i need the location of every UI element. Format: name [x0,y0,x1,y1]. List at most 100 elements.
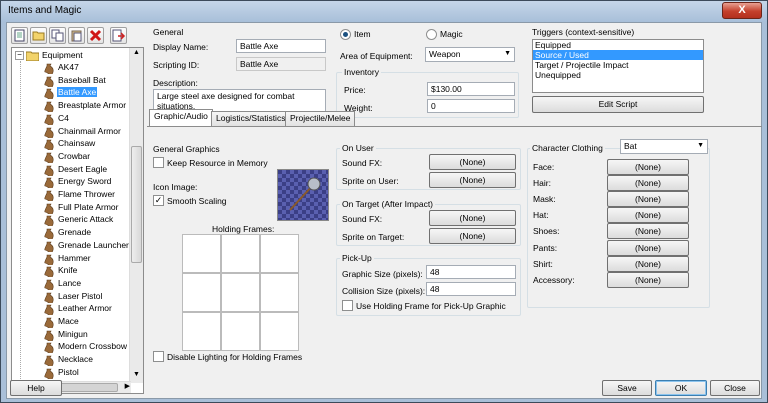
on-target-sound-label: Sound FX: [342,214,383,224]
tree-line [20,61,21,391]
tree-item-label: Grenade Launcher [58,239,129,250]
tree-vertical-scrollbar[interactable]: ▲ ▼ [129,48,143,383]
window-title: Items and Magic [8,5,82,16]
item-sack-icon [44,342,54,355]
tree-item-label: Laser Pistol [58,290,103,301]
trigger-item[interactable]: Target / Projectile Impact [533,60,703,70]
pick-up-title: Pick-Up [340,253,374,263]
on-target-sprite-button[interactable]: (None) [429,228,516,244]
disable-lighting-checkbox[interactable] [153,351,164,362]
paste-icon[interactable] [68,27,85,44]
use-holding-frame-checkbox[interactable] [342,300,353,311]
export-icon[interactable] [110,27,127,44]
holding-frame-center[interactable] [221,273,260,312]
collapse-toggle-icon[interactable]: − [15,51,24,60]
tree-item-label: Chainsaw [58,138,96,149]
magic-radio[interactable] [426,29,437,40]
display-name-input[interactable]: Battle Axe [236,39,326,53]
item-tree[interactable]: − Equipment AK47 Baseball Bat Battle Axe Br… [11,47,144,394]
holding-frame-up[interactable] [221,234,260,273]
scroll-up-arrow-icon[interactable]: ▲ [131,49,142,60]
holding-frame-cell[interactable] [182,234,221,273]
trigger-item[interactable]: Unequipped [533,70,703,80]
tree-item-label: Breastplate Armor [58,100,127,111]
on-target-sprite-label: Sprite on Target: [342,232,405,242]
icon-image-preview[interactable] [277,169,329,221]
clothing-slot-button[interactable]: (None) [607,223,689,240]
price-label: Price: [344,85,366,95]
item-sack-icon [44,254,54,266]
open-folder-icon[interactable] [30,27,47,44]
edit-script-button[interactable]: Edit Script [532,96,704,113]
on-user-sound-button[interactable]: (None) [429,154,516,170]
clothing-slot-button[interactable]: (None) [607,159,689,175]
item-sack-icon [44,368,54,380]
character-clothing-title: Character Clothing [530,143,605,153]
item-sack-icon [44,101,54,114]
clothing-slot-button[interactable]: (None) [607,255,689,272]
on-target-title: On Target (After Impact) [340,199,436,209]
save-button[interactable]: Save [602,380,652,396]
tree-item-label: Crowbar [58,150,91,161]
scroll-right-arrow-icon[interactable]: ▶ [125,382,130,390]
holding-frame-cell[interactable] [260,312,299,351]
title-bar[interactable]: Items and Magic X [1,1,767,22]
holding-frame-right[interactable] [260,273,299,312]
tab-projectile-melee[interactable]: Projectile/Melee [285,111,356,126]
on-user-title: On User [340,143,376,153]
holding-frame-cell[interactable] [260,234,299,273]
window-close-button[interactable]: X [722,2,762,19]
item-radio[interactable] [340,29,351,40]
close-button[interactable]: Close [710,380,760,396]
tree-root-equipment[interactable]: Equipment [42,50,83,60]
triggers-list[interactable]: Equipped Source / Used Target / Projectile… [532,39,704,93]
delete-icon[interactable] [87,27,104,44]
on-user-sprite-label: Sprite on User: [342,176,399,186]
trigger-item[interactable]: Source / Used [533,50,703,60]
item-sack-icon [44,152,54,164]
ok-button[interactable]: OK [655,380,707,396]
clothing-slot-button[interactable]: (None) [607,175,689,192]
item-sack-icon [44,88,54,101]
tree-item-label: Leather Armor [58,303,112,314]
holding-frame-left[interactable] [182,273,221,312]
collision-size-label: Collision Size (pixels): [342,286,426,296]
scroll-down-arrow-icon[interactable]: ▼ [131,371,142,382]
tree-item-label: AK47 [58,62,79,72]
scripting-id-label: Scripting ID: [153,60,200,70]
on-user-sprite-button[interactable]: (None) [429,172,516,188]
copy-icon[interactable] [49,27,66,44]
tree-item-label: Hammer [58,252,91,263]
price-input[interactable]: $130.00 [427,82,515,96]
tree-item-label: Knife [58,265,78,276]
clothing-slot-button[interactable]: (None) [607,271,689,288]
new-item-icon[interactable] [11,27,28,44]
tree-scroll-thumb[interactable] [131,146,142,263]
clothing-character-select[interactable]: Bat [620,139,708,154]
smooth-scaling-checkbox[interactable]: ✓ [153,195,164,206]
tree-item-label: Flame Thrower [58,189,115,199]
on-target-sound-button[interactable]: (None) [429,210,516,226]
clothing-slot-button[interactable]: (None) [607,207,689,224]
smooth-scaling-label: Smooth Scaling [167,196,227,206]
collision-size-input[interactable]: 48 [426,282,516,296]
item-sack-icon [44,190,54,202]
tab-logistics-statistics[interactable]: Logistics/Statistics [211,111,291,126]
keep-resource-checkbox[interactable] [153,157,164,168]
item-sack-icon [44,63,54,75]
holding-frame-cell[interactable] [182,312,221,351]
clothing-slot-button[interactable]: (None) [607,191,689,208]
clothing-slot-label: Mask: [533,194,556,205]
graphic-size-label: Graphic Size (pixels): [342,269,423,279]
graphic-size-input[interactable]: 48 [426,265,516,279]
help-button[interactable]: Help [10,380,62,396]
holding-frame-down[interactable] [221,312,260,351]
item-sack-icon [44,165,54,177]
item-sack-icon [44,228,54,241]
icon-image-label: Icon Image: [153,182,198,192]
clothing-slot-button[interactable]: (None) [607,239,689,256]
trigger-item[interactable]: Equipped [533,40,703,50]
area-of-equipment-label: Area of Equipment: [340,51,413,61]
tab-graphic-audio[interactable]: Graphic/Audio [149,109,213,126]
area-of-equipment-select[interactable]: Weapon [425,47,515,62]
